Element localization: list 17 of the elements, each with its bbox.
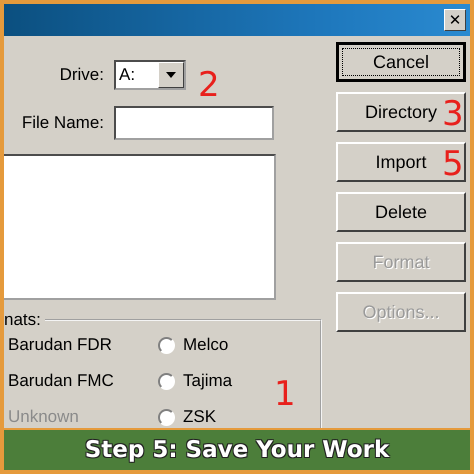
file-name-field[interactable] [114, 106, 274, 140]
step-number: 2 [198, 68, 220, 102]
formats-label: nats: [4, 310, 42, 330]
drive-label: Drive: [58, 65, 104, 85]
file-name-label: File Name: [20, 113, 104, 133]
caption-text: Step 5: Save Your Work [84, 437, 390, 463]
step-number: 5 [442, 147, 464, 181]
step-number: 3 [442, 97, 464, 131]
drive-dropdown[interactable]: A: [114, 60, 186, 90]
file-list[interactable] [4, 154, 276, 300]
format-radio[interactable]: Barudan FDR [8, 334, 158, 356]
close-button[interactable]: ✕ [444, 9, 466, 31]
dialog-button[interactable]: Cancel [336, 42, 466, 82]
dialog-button[interactable]: Delete [336, 192, 466, 232]
format-radio[interactable]: Melco [158, 334, 298, 356]
dropdown-arrow-icon [166, 72, 176, 78]
format-radio[interactable]: Barudan FMC [8, 370, 158, 392]
